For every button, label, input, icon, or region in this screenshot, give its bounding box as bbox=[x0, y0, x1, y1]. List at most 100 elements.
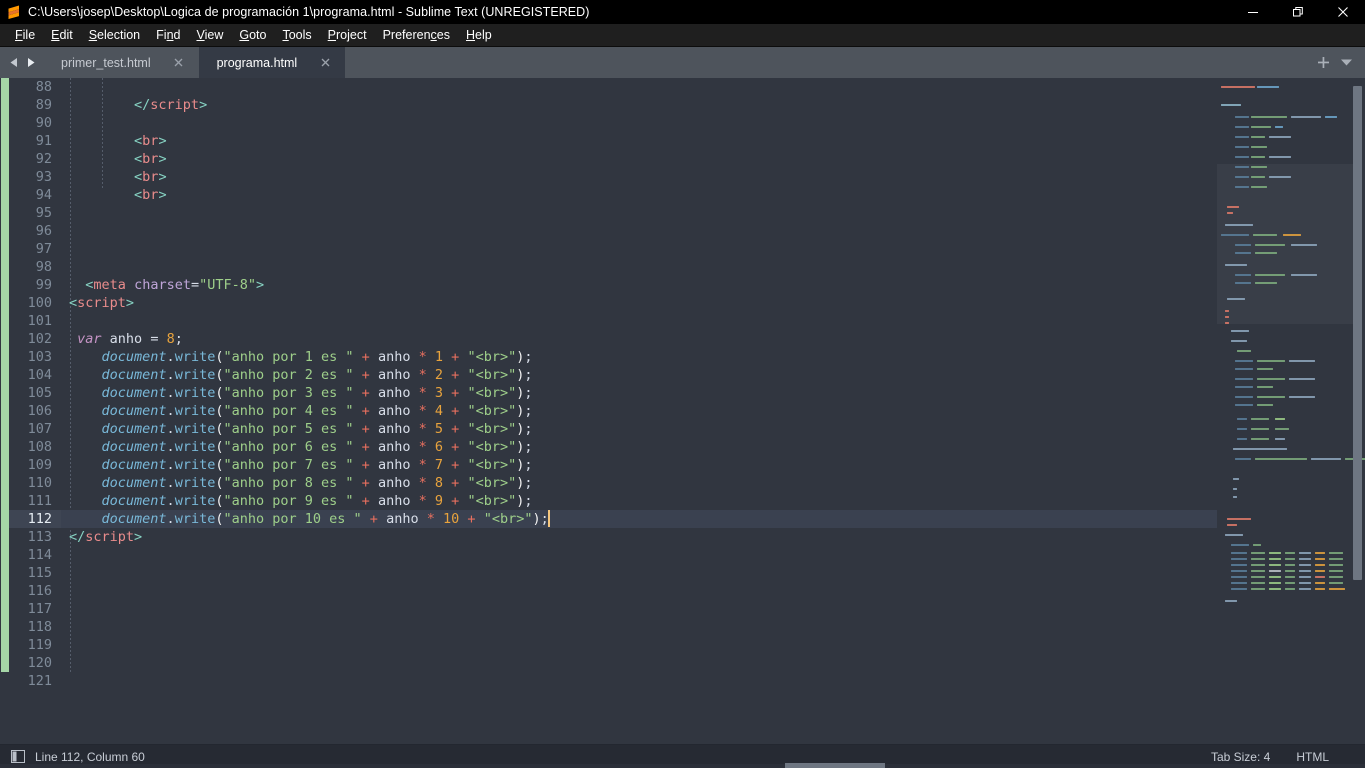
tab-size-label[interactable]: Tab Size: 4 bbox=[1211, 750, 1296, 764]
code-line[interactable] bbox=[61, 636, 1217, 654]
menu-item-edit[interactable]: Edit bbox=[43, 24, 81, 46]
code-line[interactable] bbox=[61, 204, 1217, 222]
menu-item-view[interactable]: View bbox=[188, 24, 231, 46]
vertical-scrollbar[interactable] bbox=[1352, 78, 1363, 744]
horizontal-scrollbar[interactable] bbox=[0, 763, 1365, 768]
minimap-row bbox=[1235, 136, 1249, 138]
menu-item-file[interactable]: File bbox=[7, 24, 43, 46]
minimap[interactable] bbox=[1217, 78, 1365, 744]
token-punct: </ bbox=[69, 529, 86, 545]
token-num: 4 bbox=[434, 403, 444, 419]
code-line[interactable]: document.write("anho por 9 es " + anho *… bbox=[61, 492, 1217, 510]
code-line[interactable]: <script> bbox=[61, 294, 1217, 312]
token-paren: ) bbox=[532, 511, 541, 527]
code-line[interactable]: document.write("anho por 10 es " + anho … bbox=[61, 510, 1217, 528]
code-line[interactable] bbox=[61, 600, 1217, 618]
arrow-right-icon[interactable] bbox=[26, 57, 36, 68]
token-op: * bbox=[418, 493, 427, 509]
tab-close-icon[interactable] bbox=[319, 57, 331, 69]
code-line[interactable] bbox=[61, 78, 1217, 96]
code-line[interactable]: <br> bbox=[61, 150, 1217, 168]
code-line[interactable]: document.write("anho por 4 es " + anho *… bbox=[61, 402, 1217, 420]
menu-item-project[interactable]: Project bbox=[320, 24, 375, 46]
code-line[interactable] bbox=[61, 240, 1217, 258]
tab-primer_test-html[interactable]: primer_test.html bbox=[43, 47, 199, 78]
code-line[interactable] bbox=[61, 222, 1217, 240]
minimap-row bbox=[1225, 322, 1229, 324]
code-line[interactable]: </script> bbox=[61, 96, 1217, 114]
code-line[interactable]: document.write("anho por 8 es " + anho *… bbox=[61, 474, 1217, 492]
minimap-row bbox=[1291, 116, 1321, 118]
modified-marker bbox=[1, 78, 9, 672]
menu-item-tools[interactable]: Tools bbox=[274, 24, 319, 46]
menu-item-selection[interactable]: Selection bbox=[81, 24, 148, 46]
menu-item-find[interactable]: Find bbox=[148, 24, 188, 46]
token-string: "<br>" bbox=[467, 457, 517, 473]
token-string: "<br>" bbox=[467, 439, 517, 455]
minimap-row bbox=[1251, 176, 1265, 178]
code-canvas[interactable]: </script> <br> <br> <br> <br> <meta char… bbox=[61, 78, 1217, 744]
token-op: * bbox=[418, 475, 427, 491]
minimap-row bbox=[1291, 274, 1317, 276]
minimap-row bbox=[1231, 564, 1247, 566]
tab-close-icon[interactable] bbox=[173, 57, 185, 69]
code-line[interactable] bbox=[61, 258, 1217, 276]
tab-bar: primer_test.html programa.html bbox=[0, 47, 1365, 78]
minimap-row bbox=[1231, 544, 1249, 546]
code-line[interactable] bbox=[61, 654, 1217, 672]
code-line[interactable]: var anho = 8; bbox=[61, 330, 1217, 348]
code-line[interactable]: document.write("anho por 6 es " + anho *… bbox=[61, 438, 1217, 456]
close-button[interactable] bbox=[1320, 0, 1365, 24]
code-line[interactable]: document.write("anho por 3 es " + anho *… bbox=[61, 384, 1217, 402]
code-line[interactable]: <meta charset="UTF-8"> bbox=[61, 276, 1217, 294]
minimap-row bbox=[1231, 330, 1249, 332]
token-semi: ; bbox=[524, 421, 533, 437]
code-line[interactable] bbox=[61, 672, 1217, 690]
minimap-row bbox=[1231, 552, 1247, 554]
code-line[interactable]: </script> bbox=[61, 528, 1217, 546]
menu-item-preferences[interactable]: Preferences bbox=[375, 24, 458, 46]
code-line[interactable] bbox=[61, 618, 1217, 636]
code-line[interactable] bbox=[61, 114, 1217, 132]
minimap-row bbox=[1251, 558, 1265, 560]
vertical-scrollbar-thumb[interactable] bbox=[1353, 86, 1362, 580]
menu-item-goto[interactable]: Goto bbox=[231, 24, 274, 46]
syntax-label[interactable]: HTML bbox=[1296, 750, 1365, 764]
new-tab-button[interactable] bbox=[1317, 56, 1330, 69]
line-number: 114 bbox=[27, 547, 52, 563]
minimize-button[interactable] bbox=[1230, 0, 1275, 24]
minimap-row bbox=[1251, 552, 1265, 554]
arrow-left-icon[interactable] bbox=[9, 57, 19, 68]
token-string: "UTF-8" bbox=[199, 277, 257, 293]
code-line[interactable] bbox=[61, 564, 1217, 582]
horizontal-scrollbar-thumb[interactable] bbox=[785, 763, 885, 768]
token-punct: > bbox=[158, 169, 167, 185]
token-op: + bbox=[361, 493, 370, 509]
restore-button[interactable] bbox=[1275, 0, 1320, 24]
code-line[interactable]: document.write("anho por 5 es " + anho *… bbox=[61, 420, 1217, 438]
code-line[interactable]: document.write("anho por 1 es " + anho *… bbox=[61, 348, 1217, 366]
code-line[interactable] bbox=[61, 546, 1217, 564]
code-line[interactable] bbox=[61, 312, 1217, 330]
token-fn: write bbox=[174, 493, 216, 509]
minimap-row bbox=[1251, 136, 1265, 138]
sidebar-toggle-icon[interactable] bbox=[11, 750, 25, 763]
code-line[interactable]: <br> bbox=[61, 186, 1217, 204]
token-punct: > bbox=[158, 151, 167, 167]
code-line[interactable]: document.write("anho por 2 es " + anho *… bbox=[61, 366, 1217, 384]
minimap-row bbox=[1269, 176, 1291, 178]
code-line[interactable] bbox=[61, 582, 1217, 600]
tab-programa-html[interactable]: programa.html bbox=[198, 47, 346, 78]
tab-list-dropdown-button[interactable] bbox=[1340, 58, 1353, 67]
token-punct: < bbox=[134, 151, 143, 167]
code-line[interactable]: document.write("anho por 7 es " + anho *… bbox=[61, 456, 1217, 474]
menu-item-help[interactable]: Help bbox=[458, 24, 500, 46]
code-line[interactable]: <br> bbox=[61, 132, 1217, 150]
code-line[interactable]: <br> bbox=[61, 168, 1217, 186]
